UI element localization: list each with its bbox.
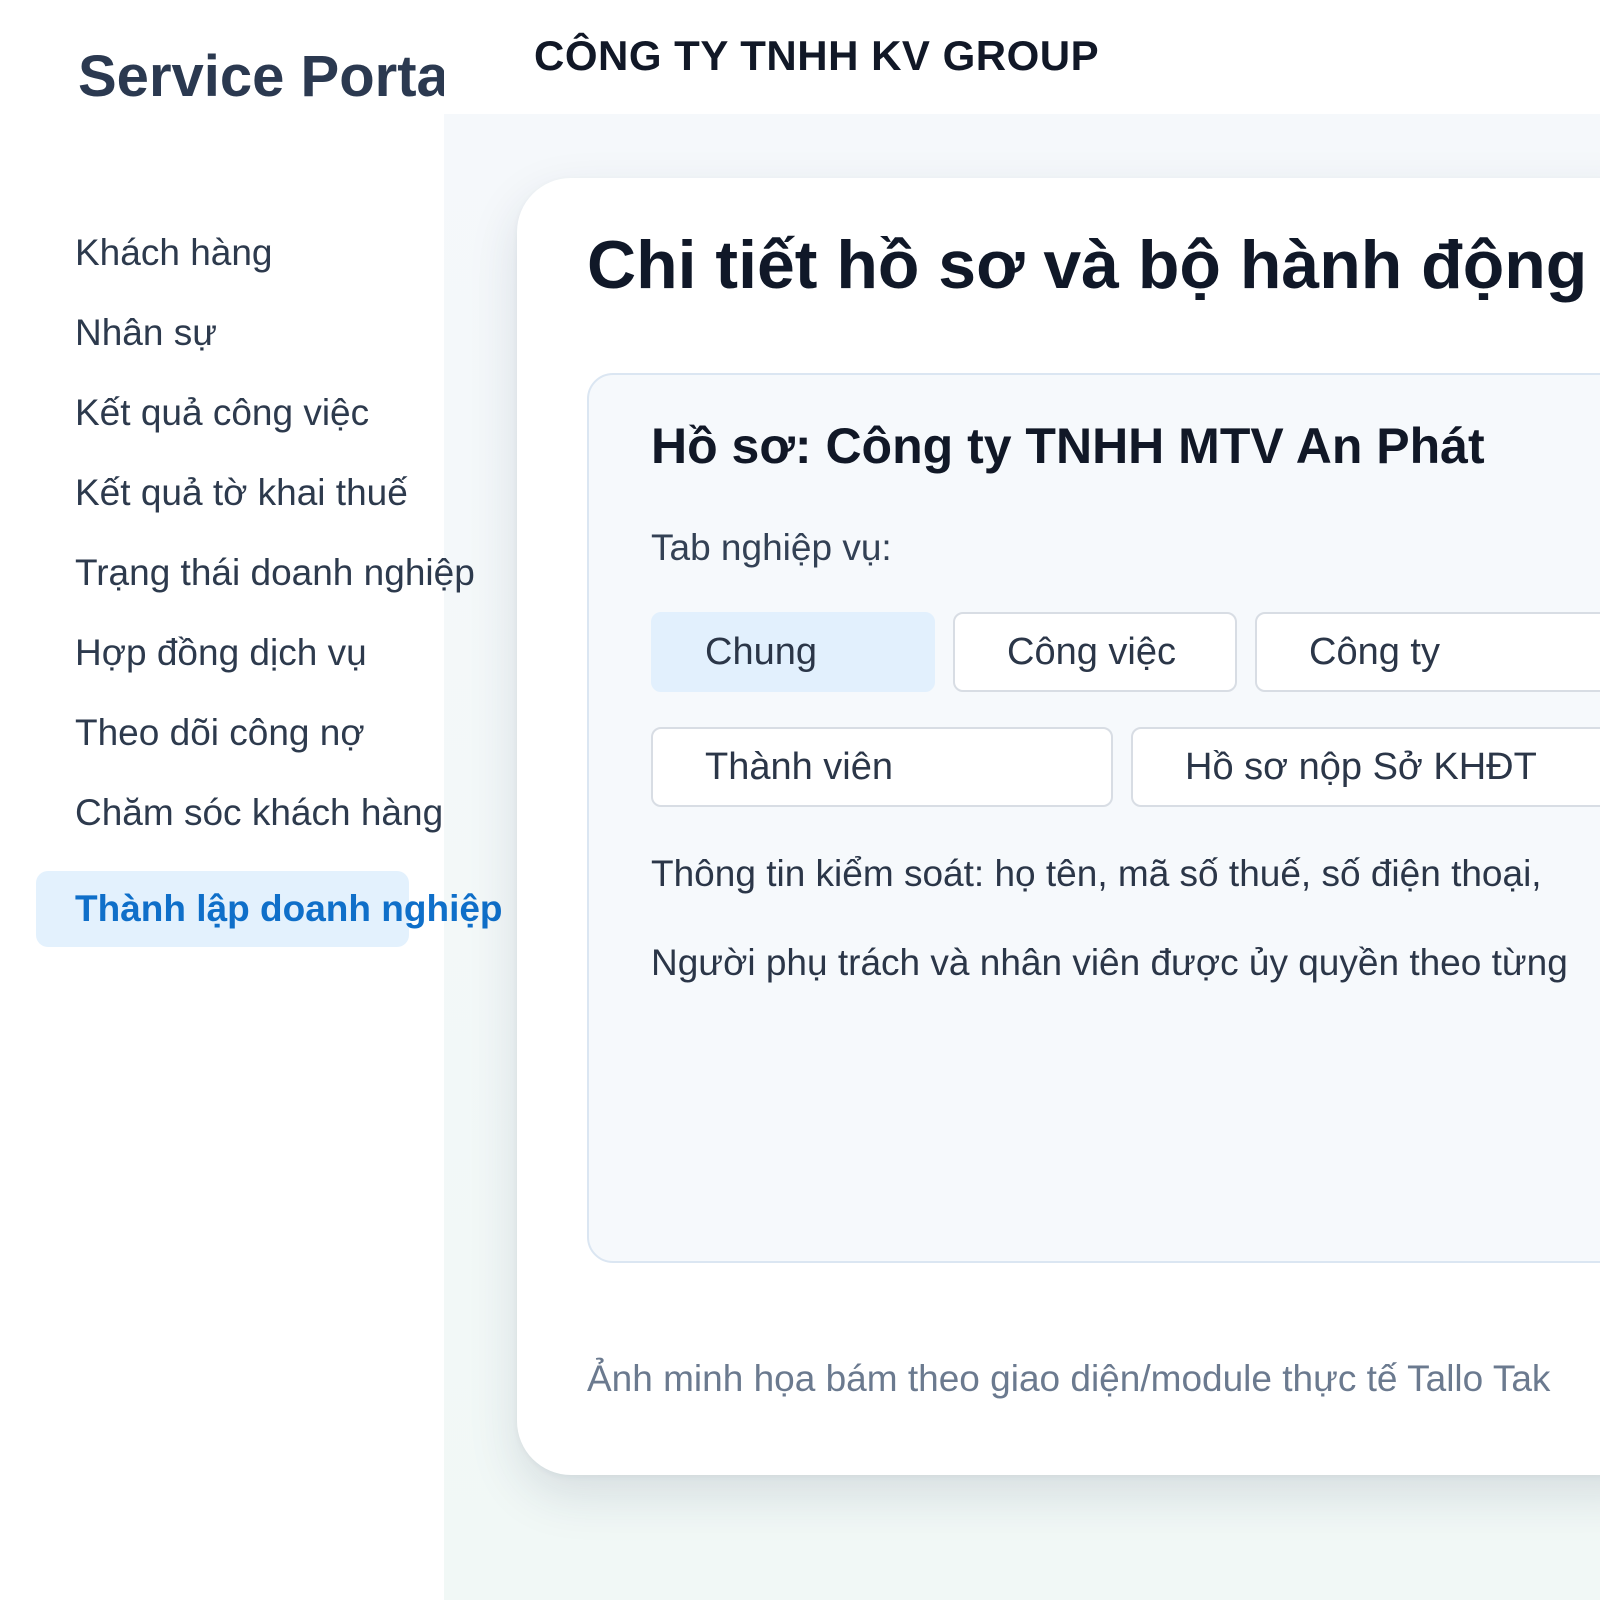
tab-cong-viec[interactable]: Công việc	[953, 612, 1237, 692]
sidebar-item-thanh-lap-doanh-nghiep[interactable]: Thành lập doanh nghiệp	[0, 871, 520, 947]
tab-label: Thành viên	[705, 746, 894, 788]
sidebar-item-ket-qua-to-khai-thue[interactable]: Kết quả tờ khai thuế	[0, 453, 520, 533]
assignee-info-text: Người phụ trách và nhân viên được ủy quy…	[651, 942, 1568, 983]
sidebar-nav-container: Khách hàng Nhân sự Kết quả công việc Kết…	[0, 0, 520, 1600]
sidebar-item-label: Hợp đồng dịch vụ	[75, 632, 367, 673]
sidebar-item-label: Kết quả tờ khai thuế	[75, 472, 408, 513]
tab-chung[interactable]: Chung	[651, 612, 935, 692]
sidebar-item-label: Khách hàng	[75, 232, 273, 273]
page-title: Chi tiết hồ sơ và bộ hành động	[587, 227, 1588, 303]
sidebar-item-trang-thai-doanh-nghiep[interactable]: Trạng thái doanh nghiệp	[0, 533, 520, 613]
sidebar-nav: Khách hàng Nhân sự Kết quả công việc Kết…	[0, 213, 520, 947]
sidebar-item-label: Theo dõi công nợ	[75, 712, 365, 753]
sidebar-item-theo-doi-cong-no[interactable]: Theo dõi công nợ	[0, 693, 520, 773]
sidebar-item-khach-hang[interactable]: Khách hàng	[0, 213, 520, 293]
detail-card: Chi tiết hồ sơ và bộ hành động Hồ sơ: Cô…	[517, 178, 1600, 1475]
sidebar-item-cham-soc-khach-hang[interactable]: Chăm sóc khách hàng	[0, 773, 520, 853]
illustration-caption: Ảnh minh họa bám theo giao diện/module t…	[587, 1358, 1551, 1399]
tab-label: Chung	[705, 631, 817, 673]
tab-cong-ty[interactable]: Công ty	[1255, 612, 1600, 692]
profile-title: Hồ sơ: Công ty TNHH MTV An Phát	[651, 418, 1485, 474]
sidebar-item-label: Chăm sóc khách hàng	[75, 792, 444, 833]
tab-thanh-vien[interactable]: Thành viên	[651, 727, 1113, 807]
sidebar-item-label: Nhân sự	[75, 312, 218, 353]
sidebar-item-label: Kết quả công việc	[75, 392, 370, 433]
profile-panel: Hồ sơ: Công ty TNHH MTV An Phát Tab nghi…	[587, 373, 1600, 1263]
sidebar-item-nhan-su[interactable]: Nhân sự	[0, 293, 520, 373]
sidebar-item-ket-qua-cong-viec[interactable]: Kết quả công việc	[0, 373, 520, 453]
sidebar-item-label: Trạng thái doanh nghiệp	[75, 552, 475, 593]
tab-ho-so-nop-so-khdt[interactable]: Hồ sơ nộp Sở KHĐT	[1131, 727, 1600, 807]
tabs-label: Tab nghiệp vụ:	[651, 527, 892, 568]
sidebar-item-label: Thành lập doanh nghiệp	[75, 888, 503, 929]
sidebar-item-hop-dong-dich-vu[interactable]: Hợp đồng dịch vụ	[0, 613, 520, 693]
tab-label: Công việc	[1007, 631, 1176, 673]
control-info-text: Thông tin kiểm soát: họ tên, mã số thuế,…	[651, 853, 1542, 894]
service-portal-page: Service Portal Khách hàng Nhân sự Kết qu…	[0, 0, 1600, 1600]
tab-label: Công ty	[1309, 631, 1440, 673]
tab-label: Hồ sơ nộp Sở KHĐT	[1185, 746, 1537, 788]
company-name: CÔNG TY TNHH KV GROUP	[534, 32, 1100, 79]
